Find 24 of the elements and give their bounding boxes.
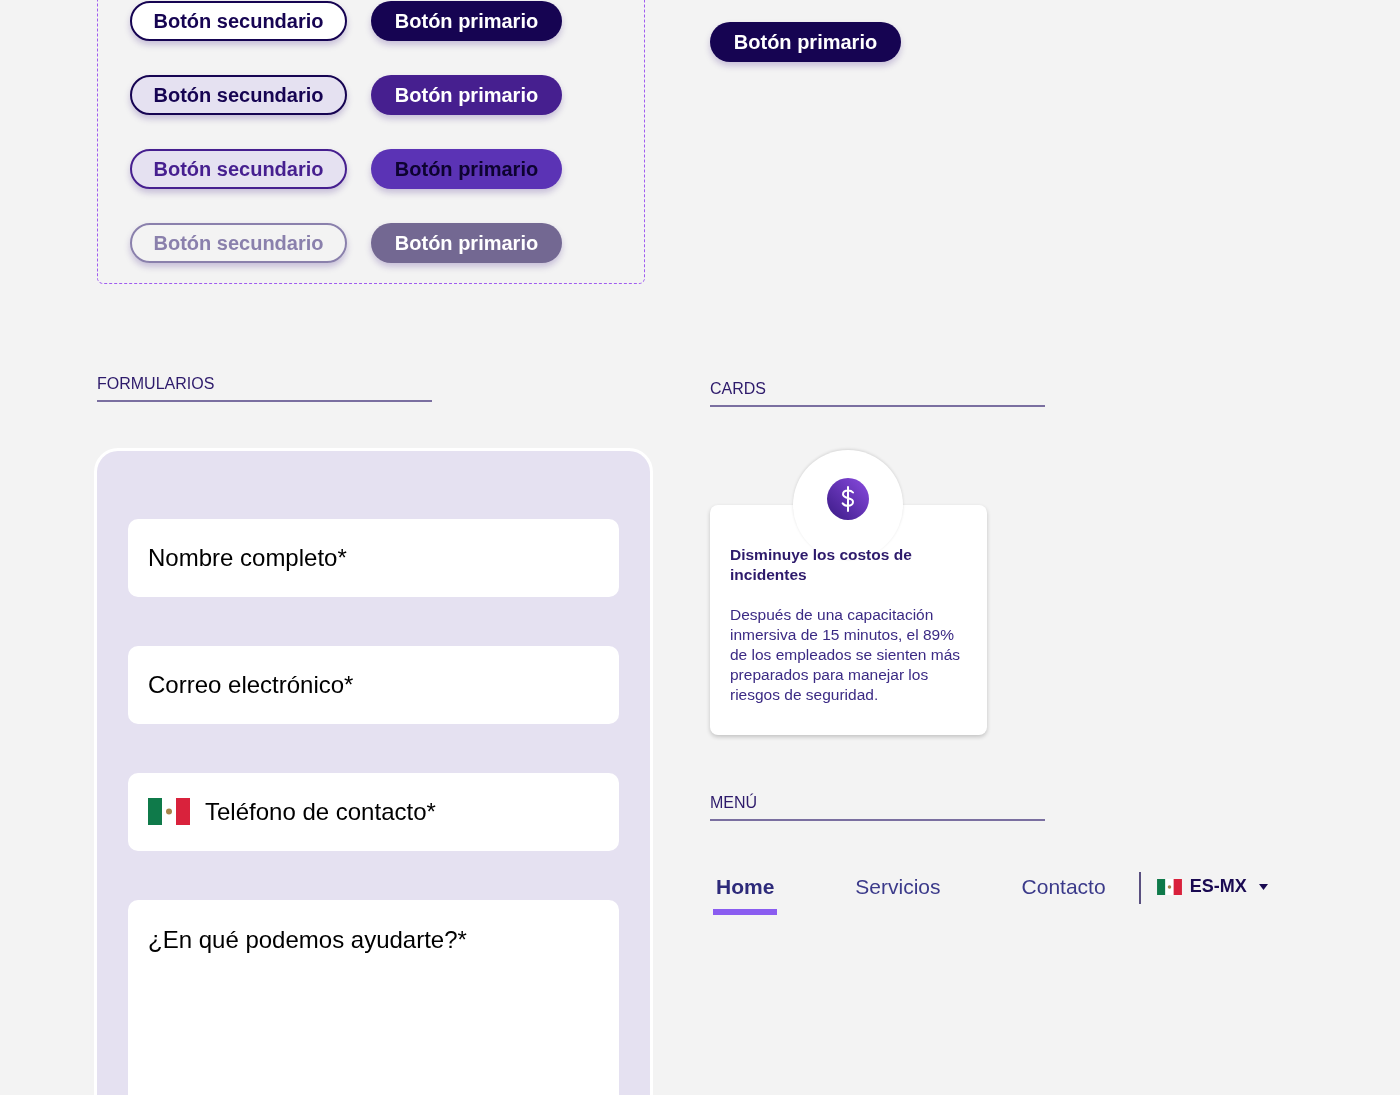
- dollar-icon: [827, 478, 869, 520]
- primary-button[interactable]: Botón primario: [371, 75, 562, 115]
- section-heading: FORMULARIOS: [97, 372, 432, 402]
- section-heading: MENÚ: [710, 791, 1045, 821]
- mexico-flag-icon: [148, 798, 190, 825]
- message-field[interactable]: ¿En qué podemos ayudarte?*: [128, 900, 619, 1095]
- nav-link[interactable]: Servicios: [852, 871, 944, 915]
- section-heading: CARDS: [710, 377, 1045, 407]
- phone-field[interactable]: Teléfono de contacto*: [128, 773, 619, 851]
- secondary-button[interactable]: Botón secundario: [130, 1, 347, 41]
- primary-button[interactable]: Botón primario: [371, 223, 562, 263]
- secondary-button[interactable]: Botón secundario: [130, 149, 347, 189]
- text-field[interactable]: Correo electrónico*: [128, 646, 619, 724]
- nav-link[interactable]: Contacto: [1018, 871, 1109, 915]
- nav-link[interactable]: Home: [713, 871, 778, 915]
- caret-icon: [1258, 883, 1268, 890]
- language-selector[interactable]: ES-MX: [1156, 873, 1268, 901]
- card-body: Después de una capacitación inmersiva de 15 minutos, el 89% de los empleados se sienten más preparados para manejar los riesgos de seguridad.: [730, 605, 962, 705]
- card-title: Disminuye los costos de incidentes: [730, 545, 913, 585]
- secondary-button[interactable]: Botón secundario: [130, 75, 347, 115]
- primary-button[interactable]: Botón primario: [371, 1, 562, 41]
- primary-button[interactable]: Botón primario: [710, 22, 901, 62]
- mexico-flag-icon: [1156, 878, 1182, 895]
- text-field[interactable]: Nombre completo*: [128, 519, 619, 597]
